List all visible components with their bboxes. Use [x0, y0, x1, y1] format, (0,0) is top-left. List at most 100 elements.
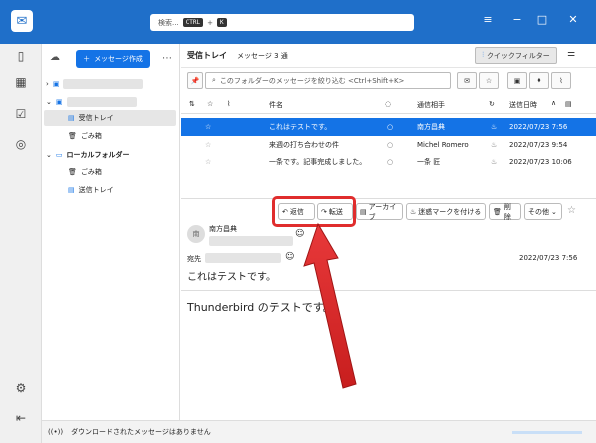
- unread-filter-icon[interactable]: ✉: [457, 72, 477, 89]
- quick-filter-bar: 📌 ⌕ このフォルダーのメッセージを絞り込む <Ctrl+Shift+K> ✉ …: [181, 68, 596, 94]
- chevron-down-icon: ⌄: [551, 207, 557, 216]
- account-icon: ▣: [52, 80, 60, 88]
- chat-icon[interactable]: ◎: [11, 134, 31, 154]
- archive-icon: ▤: [360, 207, 367, 216]
- local-outbox[interactable]: ▤ 送信トレイ: [46, 182, 178, 198]
- message-from: 南方昌典: [417, 123, 445, 131]
- read-status-icon[interactable]: ○: [387, 141, 393, 149]
- sender-name[interactable]: 南方昌典: [209, 224, 237, 234]
- collapse-rail-icon[interactable]: ⇤: [11, 408, 31, 428]
- contact-add-icon[interactable]: ☺: [285, 252, 294, 262]
- local-folders-row[interactable]: ⌄ ▭ ローカルフォルダー: [46, 147, 178, 163]
- filter-search-input[interactable]: ⌕ このフォルダーのメッセージを絞り込む <Ctrl+Shift+K>: [205, 72, 451, 89]
- message-subject-heading: これはテストです。: [187, 272, 276, 283]
- delete-button[interactable]: 🗑 削除: [489, 203, 521, 221]
- read-column-icon[interactable]: ◌: [385, 100, 391, 108]
- address-book-icon[interactable]: ▯: [11, 46, 31, 66]
- folder-label: 送信トレイ: [78, 186, 114, 194]
- tag-filter-icon[interactable]: ⬧: [529, 72, 549, 89]
- pin-icon[interactable]: 📌: [187, 72, 203, 89]
- sort-ascending-icon[interactable]: ∧: [551, 99, 556, 107]
- compose-label: メッセージ作成: [94, 55, 143, 63]
- junk-label: 迷惑マークを付ける: [418, 207, 482, 216]
- spam-status-icon[interactable]: ♨: [491, 158, 497, 166]
- folder-label: ローカルフォルダー: [66, 151, 130, 159]
- global-search-input[interactable]: 検索... CTRL + K: [150, 14, 414, 31]
- message-header-toolbar: ↶ 返信 ↷ 転送 ▤ アーカイブ ♨ 迷惑マークを付ける 🗑 削除 その他 ⌄ ☆: [181, 203, 596, 223]
- folder-title: 受信トレイ: [187, 51, 227, 60]
- message-subject: 一条です。記事完成しました。: [269, 158, 367, 166]
- message-count: メッセージ 3 通: [237, 52, 288, 60]
- message-subject: これはテストです。: [269, 123, 332, 131]
- message-from: 一条 匠: [417, 158, 441, 166]
- thunderbird-mail-icon[interactable]: ✉: [11, 10, 33, 32]
- folder-label: ごみ箱: [80, 168, 102, 176]
- get-messages-icon[interactable]: ☁: [50, 52, 60, 63]
- status-text: ダウンロードされたメッセージはありません: [71, 428, 211, 436]
- spam-status-icon[interactable]: ♨: [491, 141, 497, 149]
- folder-trash[interactable]: 🗑 ごみ箱: [46, 128, 178, 144]
- archive-button[interactable]: ▤ アーカイブ: [356, 203, 403, 221]
- close-icon[interactable]: ✕: [563, 13, 583, 26]
- avatar: 南: [187, 225, 205, 243]
- chevron-right-icon: ›: [46, 80, 49, 88]
- star-icon[interactable]: ☆: [205, 158, 211, 166]
- shortcut-k-key: K: [217, 18, 227, 27]
- column-picker-icon[interactable]: ▤: [565, 100, 572, 108]
- message-date: 2022/07/23 10:06: [509, 158, 572, 166]
- settings-gear-icon[interactable]: ⚙: [11, 378, 31, 398]
- account-name-redacted: [63, 79, 144, 89]
- to-label: 宛先: [187, 255, 201, 263]
- message-row[interactable]: ☆ 一条です。記事完成しました。 ○ 一条 匠 ♨ 2022/07/23 10:…: [181, 153, 596, 171]
- compose-button[interactable]: ＋ メッセージ作成: [76, 50, 150, 68]
- filter-placeholder: このフォルダーのメッセージを絞り込む <Ctrl+Shift+K>: [219, 76, 405, 85]
- contact-filter-icon[interactable]: ▣: [507, 72, 527, 89]
- column-header-row: ⇅ ☆ ⌇ 件名 ◌ 通信相手 ↻ 送信日時 ∧ ▤: [181, 96, 596, 114]
- account-row-2[interactable]: ⌄ ▣: [46, 94, 178, 110]
- date-column-header[interactable]: 送信日時: [509, 100, 537, 110]
- star-icon[interactable]: ☆: [205, 123, 211, 131]
- filter-icon: ⫶: [482, 51, 484, 59]
- message-row[interactable]: ☆ これはテストです。 ○ 南方昌典 ♨ 2022/07/23 7:56: [181, 118, 596, 136]
- folder-inbox[interactable]: ▤ 受信トレイ: [44, 110, 176, 126]
- local-trash[interactable]: 🗑 ごみ箱: [46, 164, 178, 180]
- list-options-icon[interactable]: ⚌: [567, 49, 575, 59]
- trash-icon: 🗑: [68, 168, 77, 176]
- account-row-1[interactable]: › ▣: [46, 76, 178, 92]
- outbox-icon: ▤: [68, 186, 75, 194]
- message-row[interactable]: ☆ 来週の打ち合わせの件 ○ Michel Romero ♨ 2022/07/2…: [181, 136, 596, 154]
- search-placeholder: 検索...: [158, 18, 179, 27]
- trash-icon: 🗑: [493, 207, 502, 216]
- starred-filter-icon[interactable]: ☆: [479, 72, 499, 89]
- annotation-arrow: [303, 222, 357, 389]
- maximize-icon[interactable]: □: [532, 13, 552, 26]
- pane-splitter[interactable]: [181, 198, 596, 199]
- thread-column-icon[interactable]: ⇅: [189, 100, 195, 108]
- calendar-icon[interactable]: ▦: [11, 72, 31, 92]
- star-icon[interactable]: ☆: [205, 141, 211, 149]
- message-from: Michel Romero: [417, 141, 469, 149]
- read-status-icon[interactable]: ○: [387, 123, 393, 131]
- attachment-filter-icon[interactable]: ⌇: [551, 72, 571, 89]
- more-menu-icon[interactable]: ⋯: [162, 53, 172, 64]
- message-list-header: 受信トレイ メッセージ 3 通 ⫶ クイックフィルター ⚌: [181, 44, 596, 68]
- subject-column-header[interactable]: 件名: [269, 100, 283, 110]
- more-button[interactable]: その他 ⌄: [524, 203, 562, 220]
- progress-bar: [512, 430, 582, 434]
- attachment-column-icon[interactable]: ⌇: [227, 100, 230, 108]
- junk-icon: ♨: [410, 207, 417, 216]
- folder-icon: ▭: [55, 151, 63, 159]
- message-subject: 来週の打ち合わせの件: [269, 141, 339, 149]
- star-column-icon[interactable]: ☆: [207, 100, 213, 108]
- tasks-icon[interactable]: ☑: [11, 104, 31, 124]
- quick-filter-button[interactable]: ⫶ クイックフィルター: [475, 47, 557, 64]
- online-status-icon[interactable]: ((•)): [48, 428, 63, 436]
- recipient-redacted: [205, 253, 281, 263]
- junk-button[interactable]: ♨ 迷惑マークを付ける: [406, 203, 486, 220]
- correspondent-column-header[interactable]: 通信相手: [417, 100, 445, 110]
- read-status-icon[interactable]: ○: [387, 158, 393, 166]
- star-icon[interactable]: ☆: [567, 205, 576, 216]
- minimize-icon[interactable]: −: [507, 13, 527, 26]
- app-menu-icon[interactable]: ≡: [478, 13, 498, 26]
- spam-status-icon[interactable]: ♨: [491, 123, 497, 131]
